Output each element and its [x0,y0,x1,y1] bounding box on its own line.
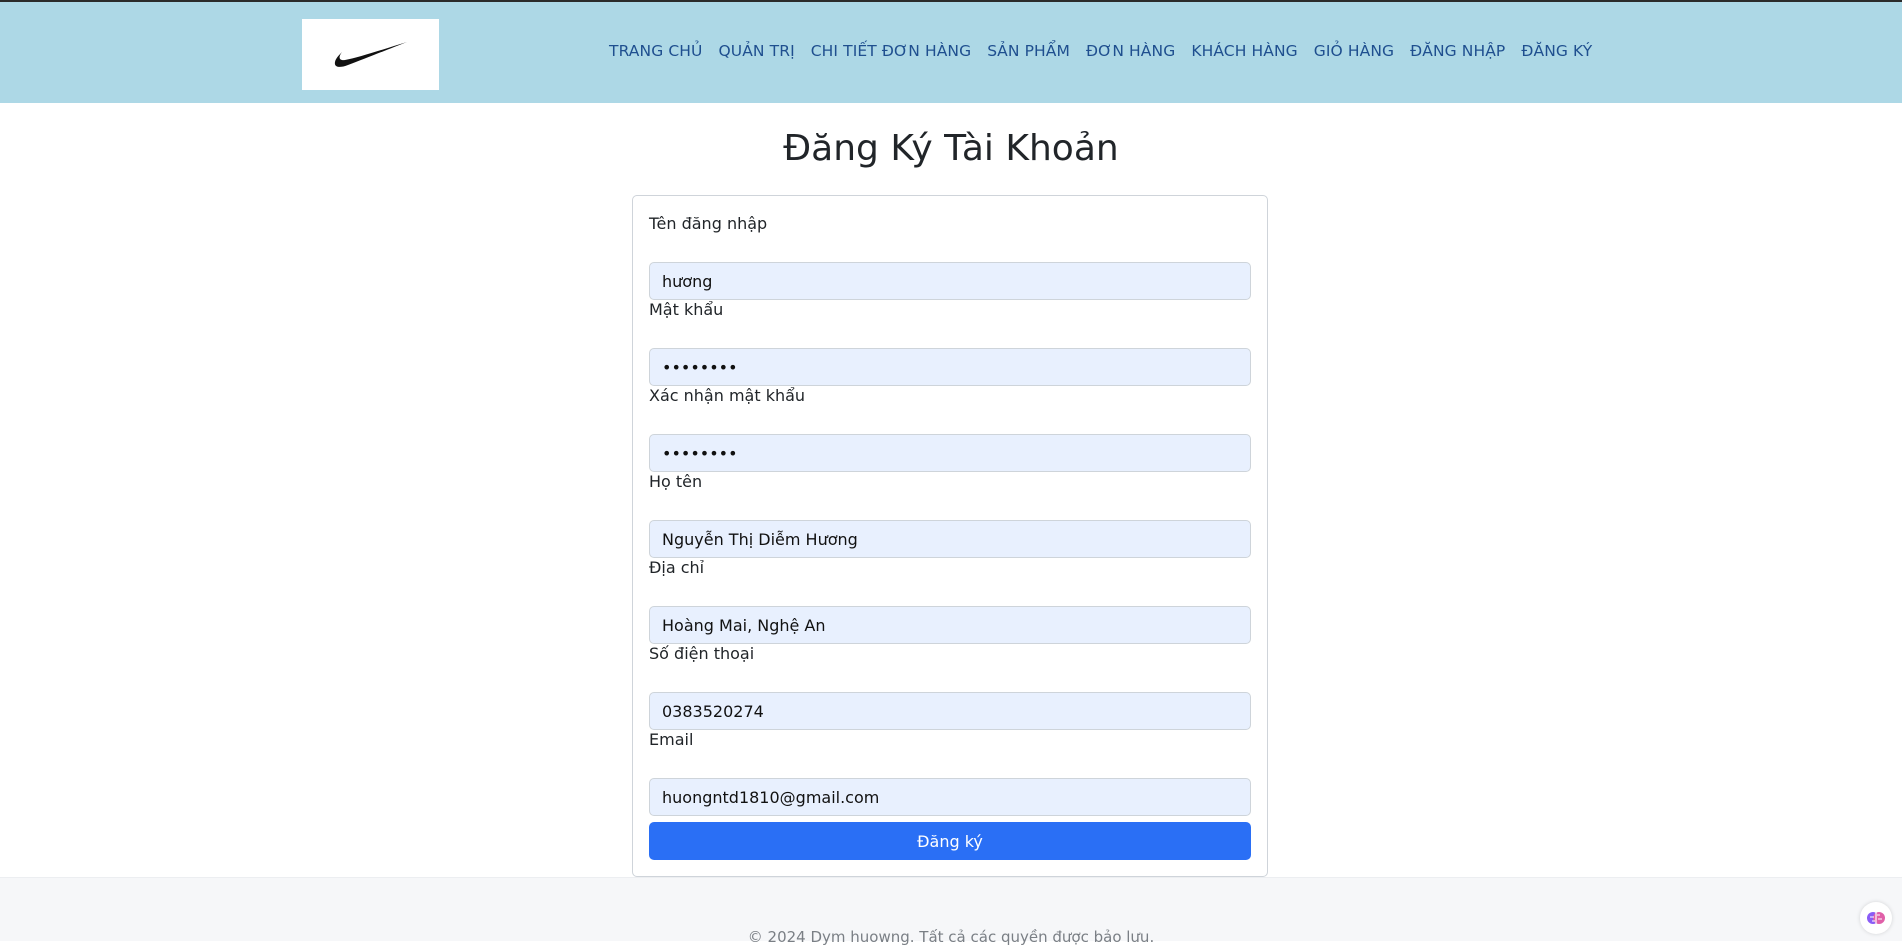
confirm-password-input[interactable] [649,434,1251,472]
phone-group: Số điện thoại [649,643,1251,730]
nav-order-details[interactable]: CHI TIẾT ĐƠN HÀNG [811,42,971,60]
assistant-extension-icon[interactable] [1860,902,1892,934]
site-header: TRANG CHỦ QUẢN TRỊ CHI TIẾT ĐƠN HÀNG SẢN… [0,0,1902,103]
nav-products[interactable]: SẢN PHẨM [987,42,1070,60]
email-input[interactable] [649,778,1251,816]
nav-admin[interactable]: QUẢN TRỊ [718,42,794,60]
nav-register[interactable]: ĐĂNG KÝ [1521,42,1592,60]
main-nav: TRANG CHỦ QUẢN TRỊ CHI TIẾT ĐƠN HÀNG SẢN… [609,42,1592,60]
password-label: Mật khẩu [649,300,724,319]
address-group: Địa chỉ [649,557,1251,644]
username-group: Tên đăng nhập [649,213,1251,300]
footer-copyright: © 2024 Dym huowng. Tất cả các quyền được… [747,928,1155,946]
nav-customers[interactable]: KHÁCH HÀNG [1191,42,1297,60]
register-submit-button[interactable]: Đăng ký [649,822,1251,860]
phone-label: Số điện thoại [649,644,755,663]
confirm-password-label: Xác nhận mật khẩu [649,386,806,405]
password-input[interactable] [649,348,1251,386]
register-form: Tên đăng nhập Mật khẩu Xác nhận mật khẩu… [632,195,1268,877]
nav-orders[interactable]: ĐƠN HÀNG [1086,42,1175,60]
email-group: Email [649,729,1251,816]
fullname-group: Họ tên [649,471,1251,558]
site-footer: © 2024 Dym huowng. Tất cả các quyền được… [0,877,1902,946]
brain-icon [1867,912,1885,924]
address-input[interactable] [649,606,1251,644]
site-logo[interactable] [302,19,439,90]
nav-home[interactable]: TRANG CHỦ [609,42,702,60]
confirm-password-group: Xác nhận mật khẩu [649,385,1251,472]
password-group: Mật khẩu [649,299,1251,386]
username-label: Tên đăng nhập [649,214,768,233]
phone-input[interactable] [649,692,1251,730]
page-title: Đăng Ký Tài Khoản [783,128,1119,169]
nav-login[interactable]: ĐĂNG NHẬP [1410,42,1505,60]
fullname-input[interactable] [649,520,1251,558]
nike-swoosh-icon [334,42,407,67]
nav-cart[interactable]: GIỎ HÀNG [1314,42,1394,60]
email-label: Email [649,730,694,749]
fullname-label: Họ tên [649,472,703,491]
address-label: Địa chỉ [649,558,705,577]
username-input[interactable] [649,262,1251,300]
